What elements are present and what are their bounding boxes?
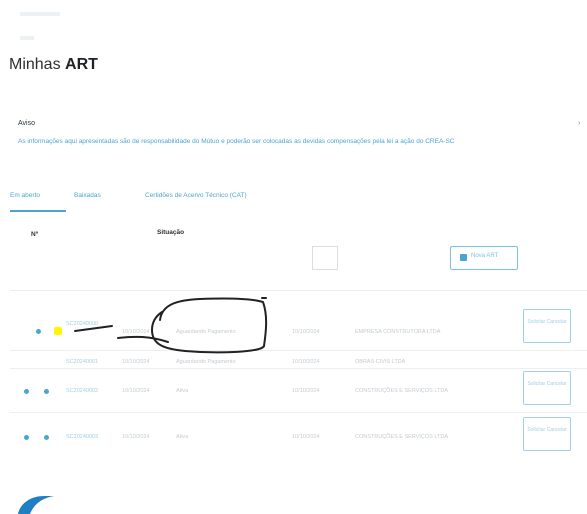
notice-close-icon[interactable]: › <box>578 120 580 127</box>
status-dot-icon <box>44 389 49 394</box>
column-header-number: Nº <box>31 231 39 238</box>
art-date: 10/10/2024 <box>122 388 150 394</box>
cancel-request-button[interactable]: Solicitar Cancelar <box>523 417 571 451</box>
art-date: 10/10/2024 <box>122 329 150 335</box>
art-company: EMPRESA CONSTRUTORA LTDA <box>355 329 441 335</box>
table-row[interactable]: SC20240002 10/10/2024 Ativa 10/10/2024 C… <box>10 368 587 413</box>
cancel-request-label: Solicitar Cancelar <box>527 427 567 433</box>
marker-icon <box>54 327 62 335</box>
notice-text: As informações aqui apresentadas são de … <box>18 138 455 145</box>
art-date2: 10/10/2024 <box>292 434 320 440</box>
table-row[interactable]: SC20240003 10/10/2024 Ativa 10/10/2024 C… <box>10 412 587 459</box>
art-date2: 10/10/2024 <box>292 329 320 335</box>
active-tab-indicator <box>10 210 66 212</box>
cancel-request-label: Solicitar Cancelar <box>527 381 567 387</box>
art-company: CONSTRUÇÕES E SERVIÇOS LTDA <box>355 388 449 394</box>
page-title-plain: Minhas <box>9 56 61 73</box>
breadcrumb <box>20 12 60 16</box>
art-number-link[interactable]: SC20240003 <box>66 434 98 440</box>
table-row[interactable]: SC20240001 10/10/2024 Aguardando Pagamen… <box>10 350 587 369</box>
cancel-request-label: Solicitar Cancelar <box>527 319 567 325</box>
new-art-label: Nova ART <box>471 253 499 259</box>
art-situation: Ativa <box>176 434 189 440</box>
tab-open[interactable]: Em aberto <box>10 192 40 199</box>
art-situation: Aguardando Pagamento <box>176 359 236 365</box>
tabs: Em aberto Baixadas Certidões de Acervo T… <box>10 184 580 212</box>
status-dot-icon <box>24 435 29 440</box>
notice-title: Aviso <box>18 120 35 127</box>
cancel-request-button[interactable]: Solicitar Cancelar <box>523 371 571 405</box>
status-dot-icon <box>44 435 49 440</box>
art-number-link[interactable]: SC20240002 <box>66 388 98 394</box>
new-art-button[interactable]: Nova ART <box>450 246 518 270</box>
plus-icon <box>460 254 467 261</box>
tab-closed[interactable]: Baixadas <box>74 192 101 199</box>
art-date2: 10/10/2024 <box>292 388 320 394</box>
art-number-link[interactable]: SC20240001 <box>66 359 98 365</box>
art-situation: Ativa <box>176 388 189 394</box>
logo-icon <box>18 496 54 514</box>
art-company: OBRAS CIVIS LTDA <box>355 359 406 365</box>
page-title: Minhas ART <box>9 56 98 74</box>
art-number-link[interactable]: SC20240000 <box>66 321 98 327</box>
filter-input[interactable] <box>312 246 338 270</box>
art-date: 10/10/2024 <box>122 434 150 440</box>
status-dot-icon <box>36 329 41 334</box>
art-company: CONSTRUÇÕES E SERVIÇOS LTDA <box>355 434 449 440</box>
page-title-bold: ART <box>65 56 98 73</box>
table-row[interactable]: SC20240000 10/10/2024 Aguardando Pagamen… <box>10 290 587 351</box>
art-situation: Aguardando Pagamento <box>176 329 236 335</box>
column-header-situation: Situação <box>157 229 185 236</box>
status-dot-icon <box>24 389 29 394</box>
art-date: 10/10/2024 <box>122 359 150 365</box>
tab-cat[interactable]: Certidões de Acervo Técnico (CAT) <box>145 192 247 199</box>
cancel-request-button[interactable]: Solicitar Cancelar <box>523 309 571 343</box>
art-date2: 10/10/2024 <box>292 359 320 365</box>
breadcrumb-sub <box>20 36 34 40</box>
